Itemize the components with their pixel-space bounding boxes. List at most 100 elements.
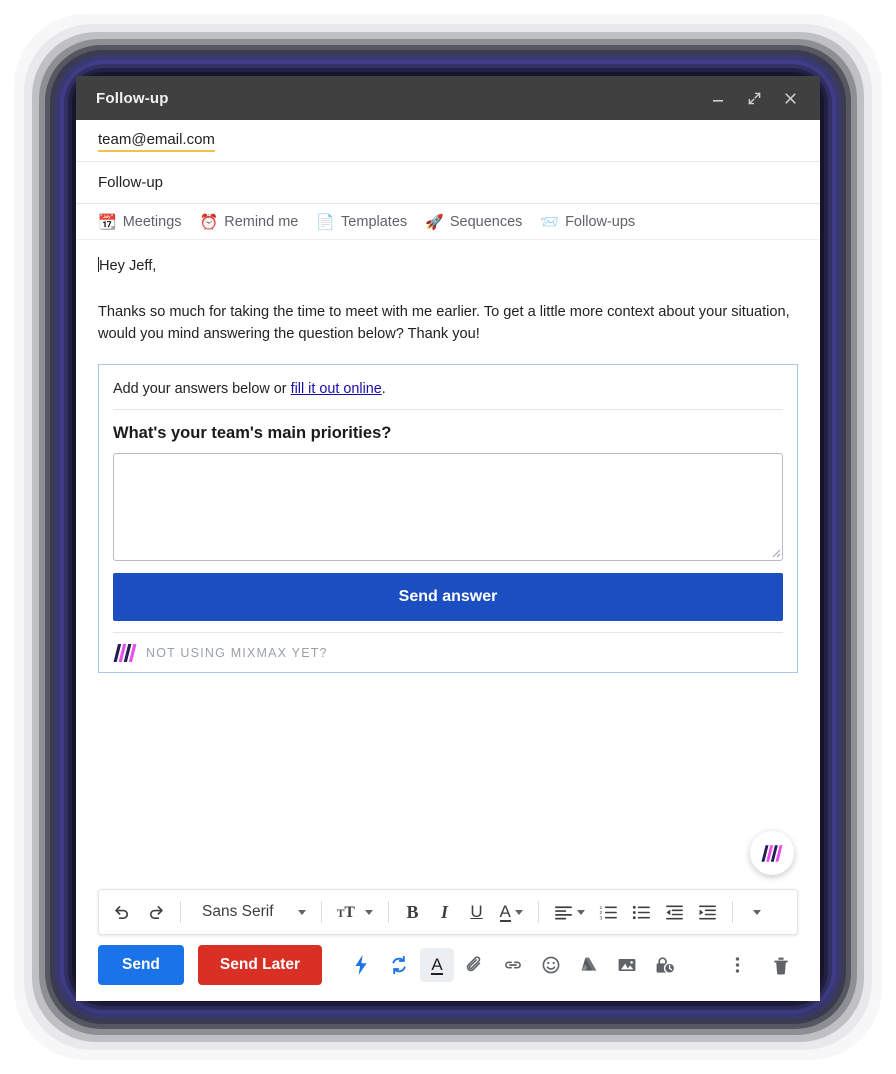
undo-button[interactable]	[107, 895, 138, 929]
quick-action-follow-ups[interactable]: 📨 Follow-ups	[540, 214, 635, 230]
recipient-field[interactable]: team@email.com	[76, 120, 820, 162]
quick-action-templates[interactable]: 📄 Templates	[316, 214, 407, 230]
lightning-icon	[355, 955, 367, 975]
send-button[interactable]: Send	[98, 945, 184, 985]
lightning-button[interactable]	[344, 948, 378, 982]
survey-card: Add your answers below or fill it out on…	[98, 363, 798, 673]
mixmax-badge[interactable]	[750, 831, 794, 875]
undo-icon	[115, 905, 129, 919]
survey-intro-prefix: Add your answers below or	[113, 380, 291, 397]
greeting-text: Hey Jeff,	[99, 258, 157, 274]
text-color-toggle-button[interactable]: A	[420, 948, 455, 982]
bulleted-list-icon	[632, 905, 650, 919]
text-color-button[interactable]: A	[494, 895, 529, 929]
subject-field[interactable]: Follow-up	[76, 162, 820, 204]
chevron-down-icon	[514, 909, 523, 915]
recipient-value[interactable]: team@email.com	[98, 130, 215, 152]
toolbar-divider	[320, 901, 322, 923]
insert-link-button[interactable]	[496, 948, 530, 982]
numbered-list-icon: 123	[599, 904, 617, 921]
action-bar-right	[720, 948, 798, 982]
link-icon	[505, 961, 521, 969]
svg-text:T: T	[344, 904, 355, 921]
underline-button[interactable]: U	[462, 895, 492, 929]
expand-icon[interactable]	[744, 88, 764, 108]
minimize-icon[interactable]	[708, 88, 728, 108]
italic-icon: I	[441, 901, 449, 922]
bold-icon: B	[406, 901, 419, 922]
close-icon[interactable]	[780, 88, 800, 108]
screen: Follow-up team@email.com Follow-up 📆 Mee…	[0, 0, 896, 1074]
indent-less-button[interactable]	[659, 895, 690, 929]
svg-text:1: 1	[599, 904, 602, 910]
send-answer-button[interactable]: Send answer	[113, 572, 783, 621]
underline-icon: U	[470, 902, 483, 921]
toolbar-divider	[537, 901, 539, 923]
redo-icon	[149, 905, 163, 919]
align-button[interactable]	[548, 895, 591, 929]
alarm-clock-icon: ⏰	[199, 213, 219, 231]
numbered-list-button[interactable]: 123	[593, 895, 624, 929]
confidential-mode-button[interactable]	[648, 948, 682, 982]
indent-less-icon	[665, 905, 683, 919]
insert-emoji-button[interactable]	[534, 948, 568, 982]
trash-icon	[774, 957, 788, 974]
chevron-down-icon	[576, 909, 585, 915]
mixmax-logo-icon	[761, 844, 783, 862]
mixmax-quickbar: 📆 Meetings ⏰ Remind me 📄 Templates 🚀 Seq…	[76, 204, 820, 240]
message-body[interactable]: Hey Jeff, Thanks so much for taking the …	[76, 240, 820, 889]
format-toolbar-wrap: Sans Serif T T B I U A 1 2 3	[76, 889, 820, 935]
action-icons: A	[344, 948, 682, 982]
chevron-down-icon	[364, 909, 373, 915]
image-icon	[618, 959, 636, 971]
toolbar-divider	[180, 901, 181, 923]
font-size-icon: T T	[337, 904, 355, 921]
sync-button[interactable]	[382, 948, 416, 982]
quick-action-meetings[interactable]: 📆 Meetings	[98, 214, 182, 230]
survey-answer-input[interactable]	[113, 452, 783, 561]
italic-button[interactable]: I	[430, 895, 460, 929]
quick-action-label: Follow-ups	[565, 214, 636, 230]
window-controls	[708, 88, 806, 108]
subject-value[interactable]: Follow-up	[98, 174, 163, 191]
emoji-icon	[542, 956, 560, 974]
insert-photo-button[interactable]	[610, 948, 644, 982]
more-formatting-button[interactable]	[742, 895, 772, 929]
indent-more-button[interactable]	[692, 895, 723, 929]
body-paragraph: Thanks so much for taking the time to me…	[98, 303, 790, 342]
fill-it-out-online-link[interactable]: fill it out online	[291, 381, 382, 397]
confidential-mode-icon	[656, 957, 675, 974]
text-color-icon: A	[499, 901, 511, 922]
compose-titlebar: Follow-up	[76, 76, 820, 120]
attach-files-button[interactable]	[458, 948, 492, 982]
document-icon: 📄	[316, 213, 336, 231]
font-family-select[interactable]: Sans Serif	[190, 895, 312, 929]
quick-action-sequences[interactable]: 🚀 Sequences	[425, 214, 522, 230]
redo-button[interactable]	[140, 895, 171, 929]
compose-body: team@email.com Follow-up 📆 Meetings ⏰ Re…	[76, 120, 820, 1001]
survey-footer: NOT USING MIXMAX YET?	[113, 631, 783, 662]
google-drive-button[interactable]	[572, 948, 606, 982]
window-title: Follow-up	[96, 89, 169, 107]
kebab-menu-icon	[735, 957, 739, 973]
font-size-select[interactable]: T T	[331, 895, 379, 929]
quick-action-label: Sequences	[449, 214, 523, 230]
paperclip-icon	[466, 956, 481, 972]
compose-action-bar: Send Send Later A	[76, 935, 820, 1001]
send-later-button[interactable]: Send Later	[197, 945, 323, 985]
compose-window: Follow-up team@email.com Follow-up 📆 Mee…	[76, 76, 820, 1001]
sync-icon	[392, 955, 406, 975]
bulleted-list-button[interactable]	[626, 895, 657, 929]
discard-draft-button[interactable]	[764, 948, 798, 982]
rocket-icon: 🚀	[425, 213, 444, 231]
google-drive-icon	[581, 957, 597, 971]
chevron-down-icon	[297, 909, 306, 915]
svg-text:2: 2	[599, 910, 602, 916]
quick-action-label: Templates	[341, 214, 408, 230]
align-left-icon	[554, 906, 572, 920]
more-options-button[interactable]	[720, 948, 754, 982]
quick-action-remind-me[interactable]: ⏰ Remind me	[200, 214, 299, 230]
format-toolbar: Sans Serif T T B I U A 1 2 3	[98, 889, 798, 935]
bold-button[interactable]: B	[398, 895, 428, 929]
svg-text:3: 3	[599, 915, 602, 921]
